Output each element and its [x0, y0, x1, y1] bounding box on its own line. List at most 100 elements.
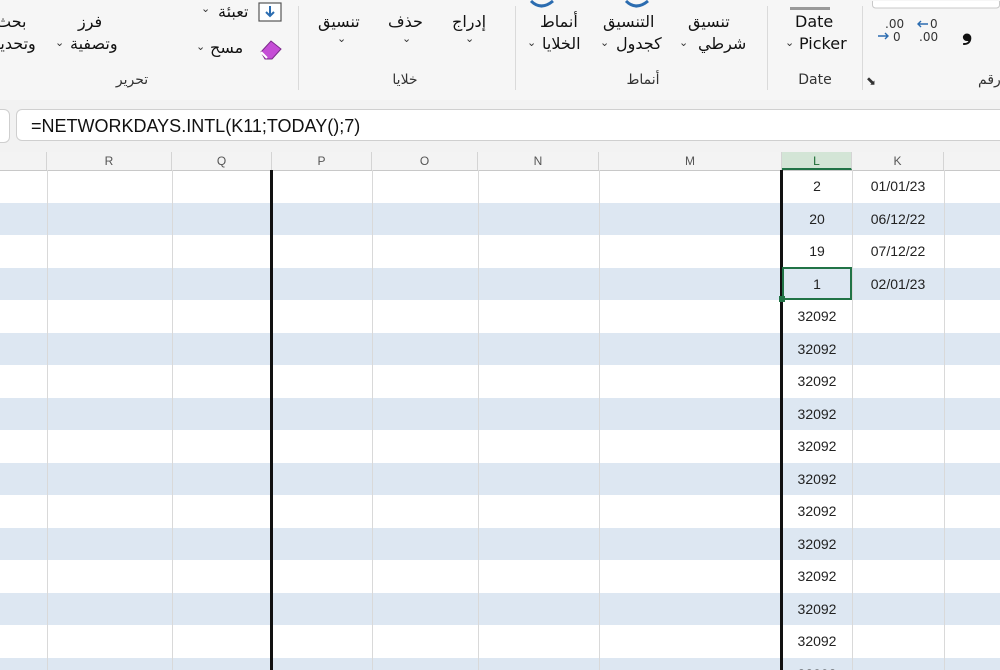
cell-l[interactable]: 32092 [783, 398, 851, 431]
conditional-formatting-label-2: شرطي [698, 34, 747, 53]
chevron-down-icon[interactable]: ⌄ [527, 36, 536, 49]
column-header-n[interactable]: N [478, 152, 599, 170]
formula-bar-area: =NETWORKDAYS.INTL(K11;TODAY();7) [0, 100, 1000, 152]
chevron-down-icon[interactable]: ⌄ [201, 2, 210, 15]
gridline [599, 170, 600, 670]
group-separator [515, 6, 516, 90]
column-header-m[interactable]: M [599, 152, 782, 170]
cell-k[interactable]: 07/12/22 [852, 235, 944, 268]
gridline [172, 170, 173, 670]
delete-cells-button[interactable]: حذف [388, 12, 423, 31]
cell-l[interactable]: 32092 [783, 463, 851, 496]
find-select-label-1: بحث [0, 12, 27, 31]
date-picker-button-line2[interactable]: Picker [799, 34, 847, 53]
increase-decimal-zero: 0 [893, 30, 901, 44]
column-header-o[interactable]: O [372, 152, 478, 170]
decrease-decimal-zero: 0 [930, 17, 938, 31]
date-group-label: Date [798, 72, 832, 88]
chevron-down-icon[interactable]: ⌄ [196, 40, 205, 53]
cell-l[interactable]: 32092 [783, 495, 851, 528]
cell-l[interactable]: 32092 [783, 430, 851, 463]
fill-handle[interactable] [779, 296, 785, 302]
cell-l[interactable]: 32092 [783, 658, 851, 670]
format-cells-label: تنسيق [318, 12, 360, 31]
chevron-down-icon[interactable]: ⌄ [337, 32, 346, 45]
format-as-table-button[interactable]: التنسيق [603, 12, 654, 31]
format-as-table-label-1: التنسيق [603, 12, 655, 31]
column-header-partial[interactable] [0, 152, 47, 170]
format-cells-button[interactable]: تنسيق [318, 12, 360, 31]
name-box[interactable] [0, 109, 10, 143]
dialog-launcher-icon[interactable]: ⬊ [866, 74, 876, 88]
cell-l[interactable]: 20 [783, 203, 851, 236]
styles-group-label: أنماط [626, 72, 660, 88]
group-separator [862, 6, 863, 90]
cell-l[interactable]: 32092 [783, 625, 851, 658]
cell-styles-button-line2[interactable]: الخلايا [542, 34, 581, 53]
column-header-k[interactable]: K [852, 152, 944, 170]
gridline [478, 170, 479, 670]
cell-k[interactable]: 06/12/22 [852, 203, 944, 236]
date-picker-button[interactable]: Date [795, 12, 833, 31]
column-headers: R Q P O N M L K [0, 152, 1000, 171]
chevron-down-icon[interactable]: ⌄ [55, 36, 64, 49]
cell-l[interactable]: 19 [783, 235, 851, 268]
comma-style-icon: ❟ [962, 16, 973, 46]
editing-group-label: تحرير [115, 72, 149, 88]
cell-l[interactable]: 32092 [783, 528, 851, 561]
clear-button[interactable]: مسح [210, 38, 243, 57]
cell-l[interactable]: 32092 [783, 365, 851, 398]
thick-border-line [270, 170, 273, 670]
group-separator [767, 6, 768, 90]
column-header-l[interactable]: L [782, 152, 852, 170]
chevron-down-icon[interactable]: ⌄ [402, 32, 411, 45]
spreadsheet-grid[interactable]: 2 01/01/23 20 06/12/22 19 07/12/22 1 02/… [0, 170, 1000, 670]
format-as-table-button-line2[interactable]: كجدول [616, 34, 662, 53]
delete-cells-label: حذف [388, 12, 423, 31]
fill-label: تعبئة [218, 2, 249, 21]
cell-k[interactable]: 01/01/23 [852, 170, 944, 203]
comma-style-button[interactable]: ❟ [962, 16, 972, 47]
insert-cells-label: إدراج [452, 12, 487, 31]
cell-l[interactable]: 32092 [783, 333, 851, 366]
format-as-table-label-2: كجدول [616, 34, 662, 53]
chevron-down-icon[interactable]: ⌄ [465, 32, 474, 45]
column-header-r[interactable]: R [47, 152, 172, 170]
cells-group-label: خلايا [392, 72, 418, 88]
fill-button[interactable]: تعبئة [218, 2, 248, 21]
cell-styles-label-1: أنماط [540, 12, 578, 31]
find-select-button-line2[interactable]: وتحديد [0, 34, 36, 53]
date-picker-label-1: Date [795, 12, 834, 31]
column-header-partial[interactable] [944, 152, 1000, 170]
eraser-icon [258, 38, 284, 64]
cell-l[interactable]: 2 [783, 170, 851, 203]
column-header-p[interactable]: P [272, 152, 372, 170]
cell-styles-button[interactable]: أنماط [540, 12, 578, 31]
conditional-formatting-button[interactable]: تنسيق [688, 12, 730, 31]
fill-down-icon [258, 2, 282, 26]
cell-k[interactable]: 02/01/23 [852, 268, 944, 301]
cell-l[interactable]: 32092 [783, 560, 851, 593]
date-picker-label-2: Picker [799, 34, 847, 53]
cell-styles-label-2: الخلايا [542, 34, 581, 53]
conditional-formatting-label-1: تنسيق [688, 12, 730, 31]
chevron-down-icon[interactable]: ⌄ [600, 36, 609, 49]
cell-l[interactable]: 32092 [783, 300, 851, 333]
chevron-down-icon[interactable]: ⌄ [679, 36, 688, 49]
gridline [372, 170, 373, 670]
insert-cells-button[interactable]: إدراج [452, 12, 486, 31]
chevron-down-icon[interactable]: ⌄ [785, 36, 794, 49]
clear-label: مسح [210, 38, 244, 57]
sort-filter-button[interactable]: فرز [78, 12, 102, 31]
cell-l[interactable]: 32092 [783, 593, 851, 626]
sort-filter-label-2: وتصفية [70, 34, 118, 53]
gridline [944, 170, 945, 670]
ribbon: بحث وتحديد فرز وتصفية ⌄ تعبئة ⌄ مسح ⌄ تح… [0, 0, 1000, 101]
find-select-button[interactable]: بحث [0, 12, 27, 31]
number-format-dropdown[interactable] [872, 0, 1000, 15]
conditional-formatting-button-line2[interactable]: شرطي [698, 34, 746, 53]
sort-filter-label-1: فرز [78, 12, 103, 31]
formula-input[interactable]: =NETWORKDAYS.INTL(K11;TODAY();7) [16, 109, 1000, 141]
sort-filter-button-line2[interactable]: وتصفية [70, 34, 118, 53]
column-header-q[interactable]: Q [172, 152, 272, 170]
